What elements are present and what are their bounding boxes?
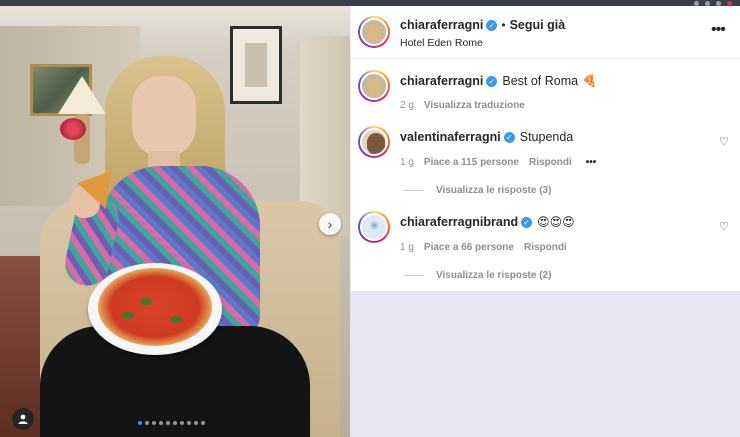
post-location[interactable]: Hotel Eden Rome [400, 37, 483, 49]
comment-meta: 1 g Piace a 115 persone Rispondi ••• [400, 157, 596, 168]
replies-dash [404, 190, 424, 191]
avatar-image [360, 18, 388, 46]
avatar-image [360, 213, 388, 241]
see-translation-button[interactable]: Visualizza traduzione [424, 100, 525, 111]
comment-username[interactable]: valentinaferragni [400, 130, 501, 144]
verified-badge-icon: ✓ [521, 216, 533, 228]
photo-flowers [60, 118, 86, 140]
comment-time[interactable]: 1 g [400, 242, 414, 253]
view-replies-button[interactable]: Visualizza le risposte (2) [404, 270, 551, 281]
photo-pizza [98, 268, 212, 346]
view-replies-label: Visualizza le risposte (3) [436, 185, 552, 196]
window-dot-icon [694, 0, 699, 6]
sidebar-lower-area [350, 291, 740, 437]
caption: chiaraferragni ✓ Best of Roma 🍕 [400, 74, 597, 88]
carousel-dot [152, 421, 156, 425]
comment-username[interactable]: chiaraferragnibrand [400, 215, 518, 229]
comment: valentinaferragni ✓ Stupenda [400, 130, 573, 144]
photo-basil [170, 316, 182, 323]
carousel-dot [194, 421, 198, 425]
chevron-right-icon: › [327, 216, 333, 232]
following-button[interactable]: Segui già [510, 18, 566, 32]
carousel-dot [173, 421, 177, 425]
window-dot-icon [716, 0, 721, 6]
reply-button[interactable]: Rispondi [524, 242, 567, 253]
replies-dash [404, 275, 424, 276]
caption-text: Best of Roma [502, 74, 579, 88]
like-comment-heart-icon[interactable]: ♡ [719, 220, 729, 233]
carousel-dot [166, 421, 170, 425]
view-replies-button[interactable]: Visualizza le risposte (3) [404, 185, 551, 196]
reply-button[interactable]: Rispondi [529, 157, 572, 168]
caption-avatar[interactable] [358, 70, 390, 102]
post-photo[interactable]: › [0, 6, 350, 437]
caption-time[interactable]: 2 g [400, 100, 414, 111]
comment-likes-link[interactable]: Piace a 115 persone [424, 157, 519, 168]
author-avatar[interactable] [358, 16, 390, 48]
comment: chiaraferragnibrand ✓ 😍😍😍 [400, 215, 575, 229]
verified-badge-icon: ✓ [486, 75, 498, 87]
comment-meta: 1 g Piace a 66 persone Rispondi [400, 242, 567, 253]
comment-avatar[interactable] [358, 126, 390, 158]
carousel-dot [159, 421, 163, 425]
user-icon [18, 414, 28, 424]
avatar-image [360, 128, 388, 156]
verified-badge-icon: ✓ [503, 131, 515, 143]
post-header: chiaraferragni ✓ • Segui già [400, 18, 565, 32]
photo-lamp-shade [58, 76, 106, 114]
author-username[interactable]: chiaraferragni [400, 18, 483, 32]
avatar-image [360, 72, 388, 100]
header-separator: • [501, 18, 506, 32]
carousel-dot [138, 421, 142, 425]
window-dot-icon [727, 0, 732, 6]
verified-badge-icon: ✓ [486, 19, 498, 31]
caption-meta: 2 g Visualizza traduzione [400, 100, 525, 111]
comment-likes-link[interactable]: Piace a 66 persone [424, 242, 514, 253]
carousel-dot [201, 421, 205, 425]
comment-text: Stupenda [519, 130, 574, 144]
window-dot-icon [705, 0, 710, 6]
tagged-users-button[interactable] [12, 408, 34, 430]
comment-avatar[interactable] [358, 211, 390, 243]
comment-time[interactable]: 1 g [400, 157, 414, 168]
caption-username[interactable]: chiaraferragni [400, 74, 483, 88]
carousel-dot [187, 421, 191, 425]
like-comment-heart-icon[interactable]: ♡ [719, 135, 729, 148]
pizza-icon: 🍕 [582, 74, 598, 88]
carousel-next-button[interactable]: › [319, 213, 341, 235]
carousel-indicator [138, 421, 205, 425]
photo-basil [140, 298, 152, 305]
heart-eyes-icon: 😍😍😍 [537, 215, 575, 229]
photo-frame [230, 26, 282, 104]
more-options-icon[interactable]: ••• [711, 21, 726, 39]
carousel-dot [145, 421, 149, 425]
view-replies-label: Visualizza le risposte (2) [436, 270, 552, 281]
photo-face [132, 76, 196, 158]
photo-basil [122, 312, 134, 319]
comment-options-icon[interactable]: ••• [586, 157, 597, 168]
carousel-dot [180, 421, 184, 425]
header-divider [351, 58, 740, 59]
